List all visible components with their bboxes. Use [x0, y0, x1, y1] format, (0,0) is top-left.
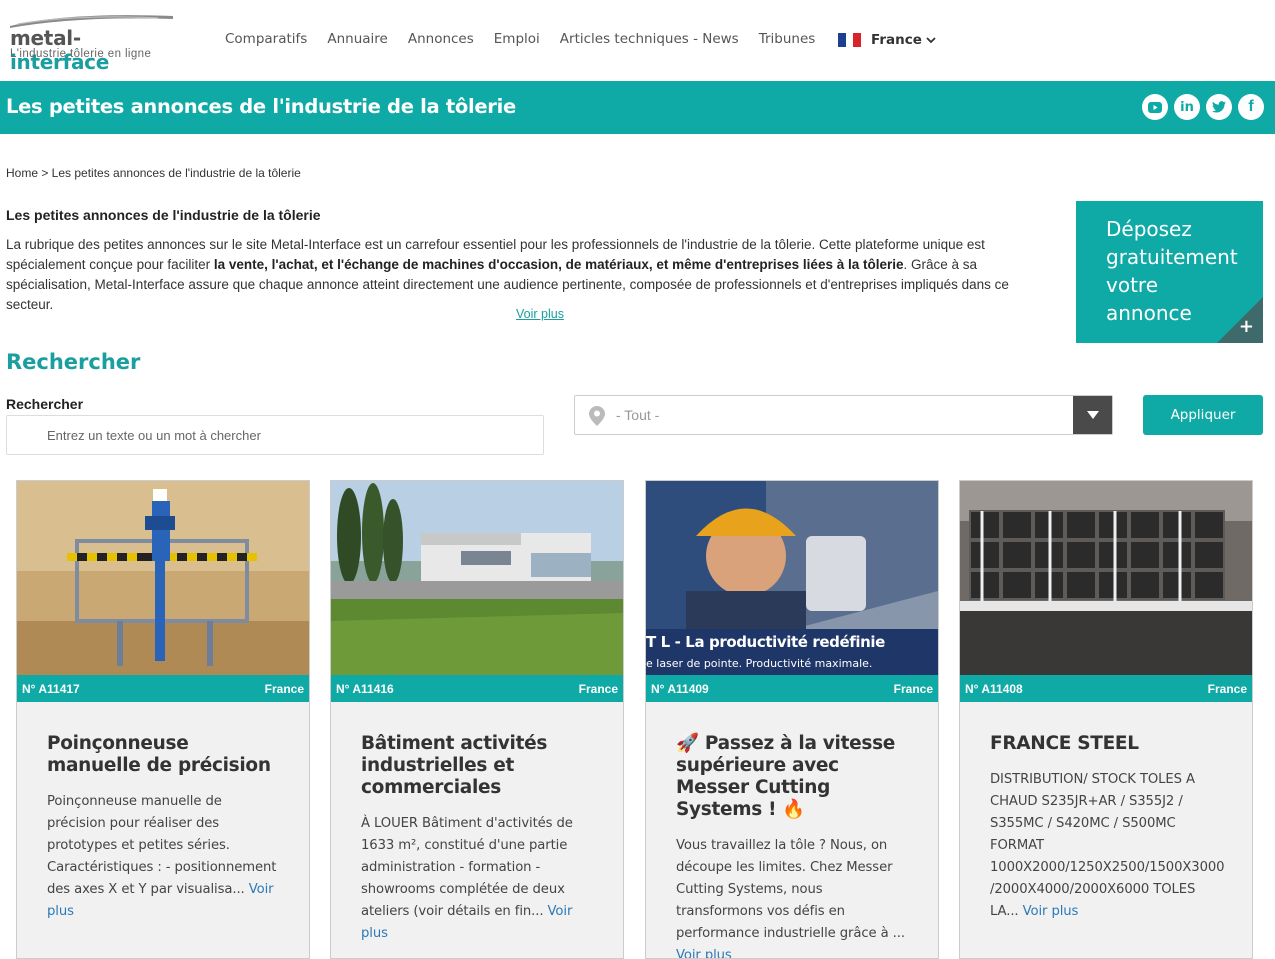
- listing-country: France: [893, 681, 933, 696]
- banner-subheadline: e laser de pointe. Productivité maximale…: [646, 657, 873, 670]
- site-logo[interactable]: metal-interface L'industrie tôlerie en l…: [8, 10, 178, 74]
- intro-title: Les petites annonces de l'industrie de l…: [6, 207, 321, 223]
- listing-card[interactable]: N° A11408 France FRANCE STEEL DISTRIBUTI…: [959, 480, 1253, 959]
- listing-body: 🚀 Passez à la vitesse supérieure avec Me…: [676, 733, 912, 958]
- listing-meta-bar: N° A11408 France: [960, 675, 1252, 702]
- listing-description: Vous travaillez la tôle ? Nous, on décou…: [676, 835, 912, 958]
- intro-text: La rubrique des petites annonces sur le …: [6, 237, 1009, 312]
- listing-voir-plus-link[interactable]: Voir plus: [676, 948, 732, 958]
- listing-description: Poinçonneuse manuelle de précision pour …: [47, 794, 277, 919]
- listing-country: France: [264, 681, 304, 696]
- intro-voir-plus-link[interactable]: Voir plus: [516, 307, 564, 321]
- listing-ref: N° A11417: [22, 681, 80, 696]
- listing-body: Poinçonneuse manuelle de précision Poinç…: [47, 733, 283, 923]
- apply-button[interactable]: Appliquer: [1143, 395, 1263, 435]
- site-header: metal-interface L'industrie tôlerie en l…: [0, 0, 1275, 81]
- listing-country: France: [1207, 681, 1247, 696]
- listing-country: France: [578, 681, 618, 696]
- listing-description: À LOUER Bâtiment d'activités de 1633 m²,…: [361, 816, 573, 941]
- page-title: Les petites annonces de l'industrie de l…: [6, 95, 516, 118]
- listing-description: DISTRIBUTION/ STOCK TOLES A CHAUD S235JR…: [990, 772, 1225, 919]
- main-nav: Comparatifs Annuaire Annonces Emploi Art…: [225, 31, 835, 47]
- location-select[interactable]: - Tout -: [574, 395, 1113, 435]
- location-select-value: - Tout -: [616, 407, 660, 423]
- listing-voir-plus-link[interactable]: Voir plus: [1023, 904, 1079, 919]
- country-selector[interactable]: France: [838, 32, 937, 48]
- intro-text-bold: la vente, l'achat, et l'échange de machi…: [213, 257, 904, 272]
- listing-image[interactable]: [17, 481, 309, 675]
- facebook-icon[interactable]: f: [1238, 94, 1264, 120]
- linkedin-icon[interactable]: in: [1174, 94, 1200, 120]
- social-links: in f: [1142, 94, 1264, 120]
- chevron-down-icon: [926, 37, 936, 44]
- listing-image[interactable]: [960, 481, 1252, 675]
- twitter-icon[interactable]: [1206, 94, 1232, 120]
- banner-headline: T L - La productivité redéfinie: [646, 633, 885, 651]
- listing-body: FRANCE STEEL DISTRIBUTION/ STOCK TOLES A…: [990, 733, 1226, 923]
- listing-title[interactable]: FRANCE STEEL: [990, 733, 1226, 755]
- listing-image[interactable]: [331, 481, 623, 675]
- youtube-icon[interactable]: [1142, 94, 1168, 120]
- listing-body: Bâtiment activités industrielles et comm…: [361, 733, 597, 945]
- search-input[interactable]: [6, 415, 544, 455]
- logo-tagline: L'industrie tôlerie en ligne: [10, 48, 152, 60]
- listing-title[interactable]: Bâtiment activités industrielles et comm…: [361, 733, 597, 799]
- page-banner: Les petites annonces de l'industrie de l…: [0, 81, 1275, 134]
- nav-articles[interactable]: Articles techniques - News: [560, 31, 739, 47]
- listing-title[interactable]: 🚀 Passez à la vitesse supérieure avec Me…: [676, 733, 912, 821]
- listing-meta-bar: N° A11417 France: [17, 675, 309, 702]
- select-arrow-icon[interactable]: [1073, 396, 1112, 434]
- post-ad-button[interactable]: Déposez gratuitement votre annonce +: [1076, 201, 1263, 343]
- nav-comparatifs[interactable]: Comparatifs: [225, 31, 307, 47]
- country-label: France: [871, 32, 922, 48]
- listing-ref: N° A11409: [651, 681, 709, 696]
- search-section-title: Rechercher: [6, 350, 141, 374]
- listing-ref: N° A11416: [336, 681, 394, 696]
- france-flag-icon: [838, 33, 862, 47]
- plus-icon: +: [1238, 316, 1254, 337]
- nav-emploi[interactable]: Emploi: [494, 31, 540, 47]
- location-pin-icon: [589, 406, 605, 426]
- listing-card[interactable]: T L - La productivité redéfinie e laser …: [645, 480, 939, 959]
- nav-tribunes[interactable]: Tribunes: [759, 31, 816, 47]
- breadcrumb[interactable]: Home > Les petites annonces de l'industr…: [6, 166, 301, 180]
- listing-ref: N° A11408: [965, 681, 1023, 696]
- search-label: Rechercher: [6, 396, 84, 412]
- listing-card[interactable]: N° A11416 France Bâtiment activités indu…: [330, 480, 624, 959]
- listing-title[interactable]: Poinçonneuse manuelle de précision: [47, 733, 283, 777]
- listing-meta-bar: N° A11416 France: [331, 675, 623, 702]
- nav-annuaire[interactable]: Annuaire: [327, 31, 388, 47]
- listing-image[interactable]: T L - La productivité redéfinie e laser …: [646, 481, 938, 675]
- listing-meta-bar: N° A11409 France: [646, 675, 938, 702]
- listing-card[interactable]: N° A11417 France Poinçonneuse manuelle d…: [16, 480, 310, 959]
- nav-annonces[interactable]: Annonces: [408, 31, 474, 47]
